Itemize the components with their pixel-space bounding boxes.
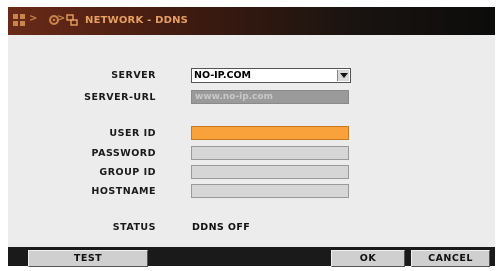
- group-id-label: GROUP ID: [99, 167, 156, 178]
- chevron-down-icon: [340, 73, 348, 78]
- breadcrumb-separator: >: [29, 13, 38, 24]
- password-label: PASSWORD: [91, 148, 156, 159]
- status-label: STATUS: [112, 222, 156, 233]
- server-url-field: www.no-ip.com: [191, 90, 349, 104]
- dropdown-button[interactable]: [337, 70, 349, 81]
- group-id-field[interactable]: [191, 165, 349, 179]
- ddns-dialog: > > NETWORK - DDNS SERVER NO-IP.COM SERV…: [8, 7, 495, 267]
- cancel-button[interactable]: CANCEL: [411, 250, 490, 267]
- title-bar: > > NETWORK - DDNS: [8, 7, 495, 35]
- test-button[interactable]: TEST: [28, 250, 148, 267]
- user-id-field[interactable]: [191, 126, 349, 140]
- ok-button[interactable]: OK: [331, 250, 405, 267]
- grid-icon[interactable]: [13, 14, 25, 26]
- server-url-label: SERVER-URL: [84, 92, 156, 103]
- page-title: NETWORK - DDNS: [85, 15, 189, 26]
- server-label: SERVER: [111, 70, 156, 81]
- password-field[interactable]: [191, 146, 349, 160]
- hostname-label: HOSTNAME: [91, 186, 156, 197]
- server-select[interactable]: NO-IP.COM: [191, 68, 351, 83]
- server-value: NO-IP.COM: [194, 70, 252, 81]
- network-icon[interactable]: [66, 14, 78, 26]
- status-value: DDNS OFF: [192, 222, 251, 233]
- breadcrumb-separator: >: [57, 13, 66, 24]
- user-id-label: USER ID: [109, 128, 156, 139]
- server-url-value: www.no-ip.com: [195, 92, 273, 102]
- hostname-field[interactable]: [191, 184, 349, 198]
